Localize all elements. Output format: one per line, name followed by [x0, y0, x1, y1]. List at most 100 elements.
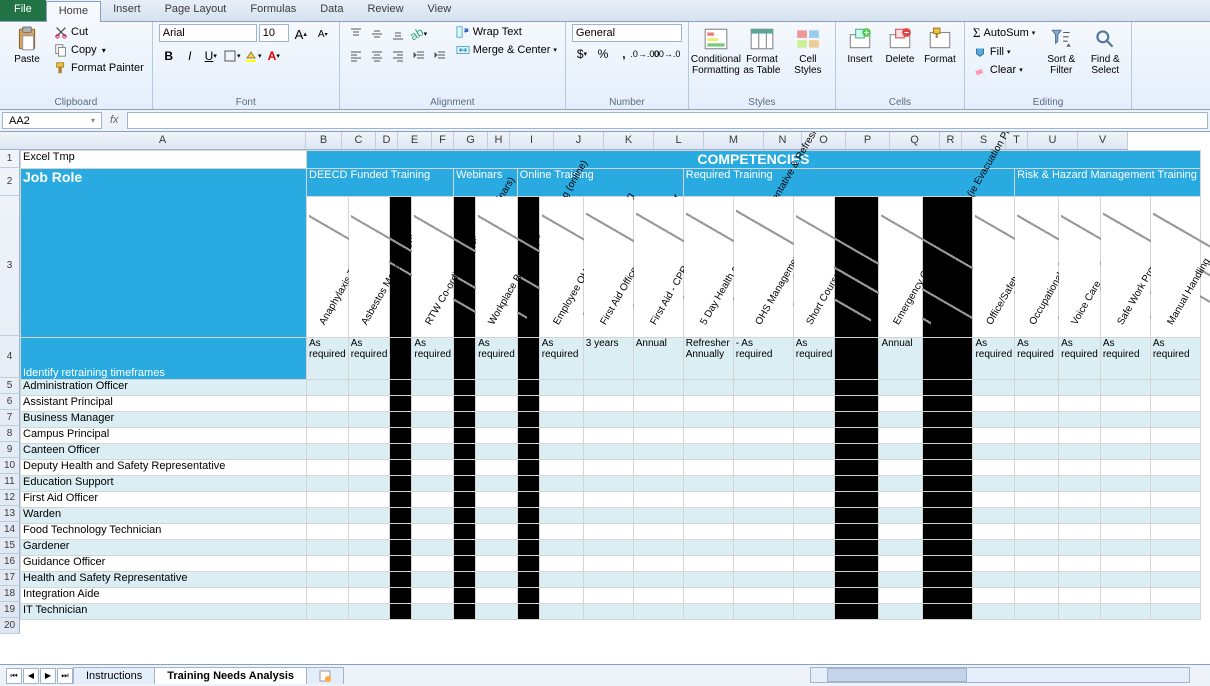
col-header-I[interactable]: I [510, 132, 554, 149]
col-header-Q[interactable]: Q [890, 132, 940, 149]
insert-cells-button[interactable]: Insert [842, 24, 878, 67]
formula-input[interactable] [127, 112, 1208, 129]
sheet-tab-training-needs-analysis[interactable]: Training Needs Analysis [154, 667, 307, 684]
sheet-nav-prev[interactable]: ◀ [23, 668, 39, 684]
currency-button[interactable]: $▾ [572, 44, 592, 64]
row-header-4[interactable]: 4 [0, 336, 20, 378]
underline-button[interactable]: U▾ [201, 46, 221, 66]
sheet-nav-last[interactable]: ⏭ [57, 668, 73, 684]
font-color-button[interactable]: A▾ [264, 46, 284, 66]
col-header-D[interactable]: D [376, 132, 398, 149]
row-header-12[interactable]: 12 [0, 490, 20, 506]
row-header-1[interactable]: 1 [0, 150, 20, 168]
decrease-indent-button[interactable] [409, 46, 429, 66]
merge-center-button[interactable]: Merge & Center▾ [454, 42, 559, 58]
col-header-A[interactable]: A [20, 132, 306, 149]
col-header-M[interactable]: M [704, 132, 764, 149]
row-header-5[interactable]: 5 [0, 378, 20, 394]
font-family-select[interactable] [159, 24, 257, 42]
ribbon-tab-formulas[interactable]: Formulas [238, 0, 308, 21]
shrink-font-button[interactable]: A▾ [313, 24, 333, 44]
row-header-14[interactable]: 14 [0, 522, 20, 538]
italic-button[interactable]: I [180, 46, 200, 66]
align-bottom-button[interactable] [388, 24, 408, 44]
orientation-button[interactable]: ab▾ [409, 24, 429, 44]
ribbon-tab-review[interactable]: Review [355, 0, 415, 21]
col-header-F[interactable]: F [432, 132, 454, 149]
sheet-tab-instructions[interactable]: Instructions [73, 667, 155, 684]
clear-button[interactable]: Clear▾ [971, 62, 1037, 78]
new-sheet-button[interactable] [306, 667, 344, 684]
format-as-table-button[interactable]: Format as Table [741, 24, 783, 78]
copy-button[interactable]: Copy▾ [52, 42, 146, 58]
col-header-P[interactable]: P [846, 132, 890, 149]
col-header-V[interactable]: V [1078, 132, 1128, 149]
fill-color-button[interactable]: ▾ [243, 46, 263, 66]
ribbon-tab-home[interactable]: Home [46, 1, 101, 22]
fx-icon[interactable]: fx [104, 110, 125, 131]
row-header-13[interactable]: 13 [0, 506, 20, 522]
find-select-button[interactable]: Find & Select [1085, 24, 1125, 78]
conditional-formatting-button[interactable]: Conditional Formatting [695, 24, 737, 78]
ribbon-tab-page-layout[interactable]: Page Layout [153, 0, 239, 21]
font-size-select[interactable] [259, 24, 289, 42]
row-header-2[interactable]: 2 [0, 168, 20, 196]
sheet-nav-next[interactable]: ▶ [40, 668, 56, 684]
format-cells-button[interactable]: Format [922, 24, 958, 67]
fill-button[interactable]: Fill▾ [971, 44, 1037, 60]
percent-button[interactable]: % [593, 44, 613, 64]
align-right-button[interactable] [388, 46, 408, 66]
cut-button[interactable]: Cut [52, 24, 146, 40]
horizontal-scrollbar[interactable] [810, 667, 1190, 683]
row-header-7[interactable]: 7 [0, 410, 20, 426]
ribbon-tab-data[interactable]: Data [308, 0, 355, 21]
delete-cells-button[interactable]: Delete [882, 24, 918, 67]
col-header-J[interactable]: J [554, 132, 604, 149]
col-header-N[interactable]: N [764, 132, 802, 149]
sheet-nav-first[interactable]: ⏮ [6, 668, 22, 684]
decrease-decimal-button[interactable]: .00→.0 [656, 44, 676, 64]
format-painter-button[interactable]: Format Painter [52, 60, 146, 76]
align-top-button[interactable] [346, 24, 366, 44]
row-header-3[interactable]: 3 [0, 196, 20, 336]
col-header-U[interactable]: U [1028, 132, 1078, 149]
cells-table[interactable]: Excel TmpCOMPETENCIESJob RoleDEECD Funde… [20, 150, 1201, 620]
bold-button[interactable]: B [159, 46, 179, 66]
sheet-tab-bar: ⏮ ◀ ▶ ⏭ InstructionsTraining Needs Analy… [0, 664, 1210, 686]
row-header-18[interactable]: 18 [0, 586, 20, 602]
row-header-20[interactable]: 20 [0, 618, 20, 634]
col-header-L[interactable]: L [654, 132, 704, 149]
border-button[interactable]: ▾ [222, 46, 242, 66]
ribbon-tab-insert[interactable]: Insert [101, 0, 153, 21]
row-header-16[interactable]: 16 [0, 554, 20, 570]
sort-filter-button[interactable]: Sort & Filter [1041, 24, 1081, 78]
autosum-button[interactable]: ΣAutoSum▾ [971, 24, 1037, 42]
col-header-C[interactable]: C [342, 132, 376, 149]
col-header-H[interactable]: H [488, 132, 510, 149]
row-header-11[interactable]: 11 [0, 474, 20, 490]
paste-button[interactable]: Paste [6, 24, 48, 76]
ribbon-tab-file[interactable]: File [0, 0, 46, 21]
increase-indent-button[interactable] [430, 46, 450, 66]
row-header-17[interactable]: 17 [0, 570, 20, 586]
wrap-text-button[interactable]: Wrap Text [454, 24, 559, 40]
row-header-8[interactable]: 8 [0, 426, 20, 442]
row-header-9[interactable]: 9 [0, 442, 20, 458]
ribbon-tab-view[interactable]: View [416, 0, 464, 21]
align-center-button[interactable] [367, 46, 387, 66]
col-header-K[interactable]: K [604, 132, 654, 149]
col-header-B[interactable]: B [306, 132, 342, 149]
number-format-select[interactable] [572, 24, 682, 42]
align-middle-button[interactable] [367, 24, 387, 44]
col-header-E[interactable]: E [398, 132, 432, 149]
name-box[interactable]: AA2▾ [2, 112, 102, 129]
col-header-G[interactable]: G [454, 132, 488, 149]
row-header-19[interactable]: 19 [0, 602, 20, 618]
row-header-10[interactable]: 10 [0, 458, 20, 474]
row-header-15[interactable]: 15 [0, 538, 20, 554]
grow-font-button[interactable]: A▴ [291, 24, 311, 44]
row-header-6[interactable]: 6 [0, 394, 20, 410]
align-left-button[interactable] [346, 46, 366, 66]
col-header-R[interactable]: R [940, 132, 962, 149]
cell-styles-button[interactable]: Cell Styles [787, 24, 829, 78]
